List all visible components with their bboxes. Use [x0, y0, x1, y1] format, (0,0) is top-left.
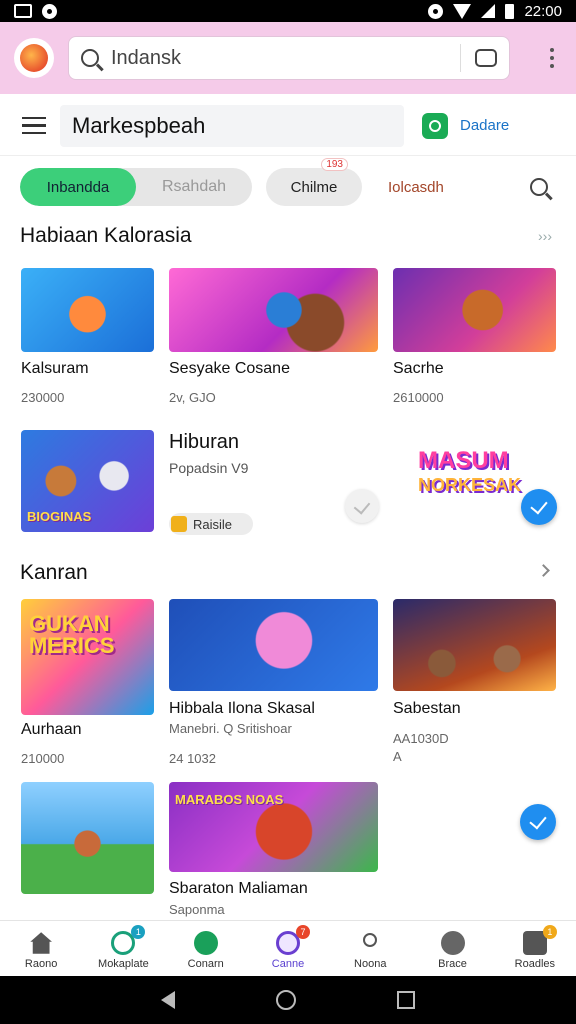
game-name[interactable]: Kalsuram — [21, 360, 89, 378]
game-thumbnail[interactable]: MARABOS NOAS — [169, 782, 378, 872]
person-icon — [363, 933, 378, 947]
nav-badge: 1 — [542, 925, 557, 939]
recents-icon[interactable] — [397, 991, 416, 1009]
game-thumbnail[interactable] — [169, 599, 378, 691]
tab-pill[interactable]: Chilme 193 — [266, 158, 362, 206]
home-icon — [30, 932, 52, 954]
featured-title[interactable]: Hiburan — [169, 431, 239, 454]
thumbnail-caption: BIOGINAS — [27, 509, 92, 524]
status-toggle-icon[interactable] — [422, 112, 448, 139]
chevron-right-icon[interactable] — [537, 564, 550, 577]
game-name[interactable]: Sacrhe — [393, 360, 444, 378]
signal-icon — [481, 4, 496, 18]
featured-thumbnail[interactable]: BIOGINAS — [21, 430, 154, 532]
url-divider — [460, 44, 461, 72]
logo-line-2: NORKESAK — [418, 475, 522, 495]
game-meta: 2v, GJO — [169, 390, 216, 405]
nav-item-home[interactable]: Raono — [0, 921, 82, 976]
check-icon[interactable] — [345, 489, 379, 523]
game-meta: 230000 — [21, 390, 65, 405]
thumbnail-caption: GUKAN MERICS — [29, 611, 115, 658]
system-nav-bar — [0, 976, 576, 1024]
nav-label: Raono — [24, 958, 58, 970]
featured-chip-label: Raisile — [193, 516, 233, 532]
thumbnail-caption: MARABOS NOAS — [175, 792, 284, 807]
tab-active[interactable]: Inbandda — [20, 168, 136, 206]
featured-chip[interactable]: Raisile — [169, 513, 253, 535]
game-thumbnail[interactable] — [393, 268, 556, 352]
game-name[interactable]: Sesyake Cosane — [169, 360, 290, 378]
nav-item-mokaplate[interactable]: 1 Mokaplate — [82, 921, 164, 976]
nav-badge: 7 — [295, 925, 310, 939]
game-thumbnail[interactable]: GUKAN MERICS — [21, 599, 154, 715]
nav-label: Canne — [271, 958, 305, 970]
game-thumbnail[interactable] — [21, 782, 154, 894]
segmented-control: Inbandda Rsahdah — [20, 168, 252, 206]
nav-badge: 1 — [131, 925, 146, 939]
bottom-nav: Raono 1 Mokaplate Conarn 7 Canne Noona B… — [0, 920, 576, 976]
nav-item-roadles[interactable]: 1 Roadles — [494, 921, 576, 976]
tab-pill-badge: 193 — [321, 158, 348, 171]
more-menu-icon[interactable] — [542, 48, 562, 68]
see-more-icon[interactable]: ››› — [538, 228, 552, 244]
page-title[interactable]: Markespbeah — [60, 104, 404, 147]
app-header: Markespbeah Dadare — [0, 96, 576, 156]
menu-icon[interactable] — [22, 116, 46, 135]
url-text[interactable]: Indansk — [111, 47, 460, 70]
search-icon[interactable] — [530, 178, 548, 196]
tab-switcher-icon[interactable] — [475, 49, 497, 67]
game-meta: Saponma — [169, 902, 225, 917]
game-meta: AA1030D — [393, 731, 449, 746]
status-bar: 22:00 — [0, 0, 576, 22]
check-fab-icon[interactable] — [521, 489, 557, 525]
game-meta: 24 1032 — [169, 751, 216, 766]
game-thumbnail[interactable] — [169, 268, 378, 352]
nav-label: Mokaplate — [98, 958, 149, 970]
featured-subtitle: Popadsin V9 — [169, 460, 249, 476]
header-link[interactable]: Dadare — [460, 117, 509, 134]
game-thumbnail[interactable] — [393, 599, 556, 691]
section-title: Kanran — [20, 561, 88, 584]
nav-label: Conarn — [187, 958, 224, 970]
shield-icon — [440, 931, 465, 955]
section-title: Habiaan Kalorasia — [20, 224, 192, 247]
back-icon[interactable] — [160, 991, 175, 1009]
url-bar[interactable]: Indansk — [68, 36, 510, 80]
nav-item-conarn[interactable]: Conarn — [165, 921, 247, 976]
nav-item-noona[interactable]: Noona — [329, 921, 411, 976]
browser-logo-icon[interactable] — [14, 38, 54, 78]
home-circle-icon[interactable] — [275, 990, 296, 1010]
search-icon — [81, 49, 99, 67]
game-meta: 210000 — [21, 751, 65, 766]
tab-plain[interactable]: Iolcasdh — [388, 179, 444, 196]
battery-icon — [505, 3, 515, 19]
game-name[interactable]: Hibbala Ilona Skasal — [169, 700, 315, 718]
record-icon — [42, 3, 57, 19]
nav-item-canne[interactable]: 7 Canne — [247, 921, 329, 976]
game-name[interactable]: Sbaraton Maliaman — [169, 880, 308, 898]
nav-label: Roadles — [514, 958, 555, 970]
nav-label: Noona — [354, 958, 387, 970]
tab-inactive[interactable]: Rsahdah — [136, 168, 252, 206]
game-thumbnail[interactable] — [21, 268, 154, 352]
browser-toolbar: Indansk — [0, 22, 576, 94]
check-fab-icon[interactable] — [520, 804, 556, 840]
alarm-icon — [428, 3, 444, 19]
game-name[interactable]: Aurhaan — [21, 721, 82, 739]
logo-line-1: MASUM — [418, 447, 509, 474]
sync-icon — [193, 931, 218, 955]
nav-item-brace[interactable]: Brace — [411, 921, 493, 976]
notification-icon — [14, 4, 32, 18]
filter-tabs: Inbandda Rsahdah Chilme 193 Iolcasdh — [20, 158, 556, 206]
tab-pill-label: Chilme — [290, 178, 338, 196]
game-meta: A — [393, 749, 402, 764]
game-meta: Manebri. Q Sritishoar — [169, 721, 292, 736]
nav-label: Brace — [438, 958, 467, 970]
coin-icon — [171, 516, 187, 532]
game-meta: 2610000 — [393, 390, 444, 405]
game-name[interactable]: Sabestan — [393, 700, 461, 718]
wifi-icon — [453, 3, 472, 19]
status-time: 22:00 — [524, 2, 562, 20]
